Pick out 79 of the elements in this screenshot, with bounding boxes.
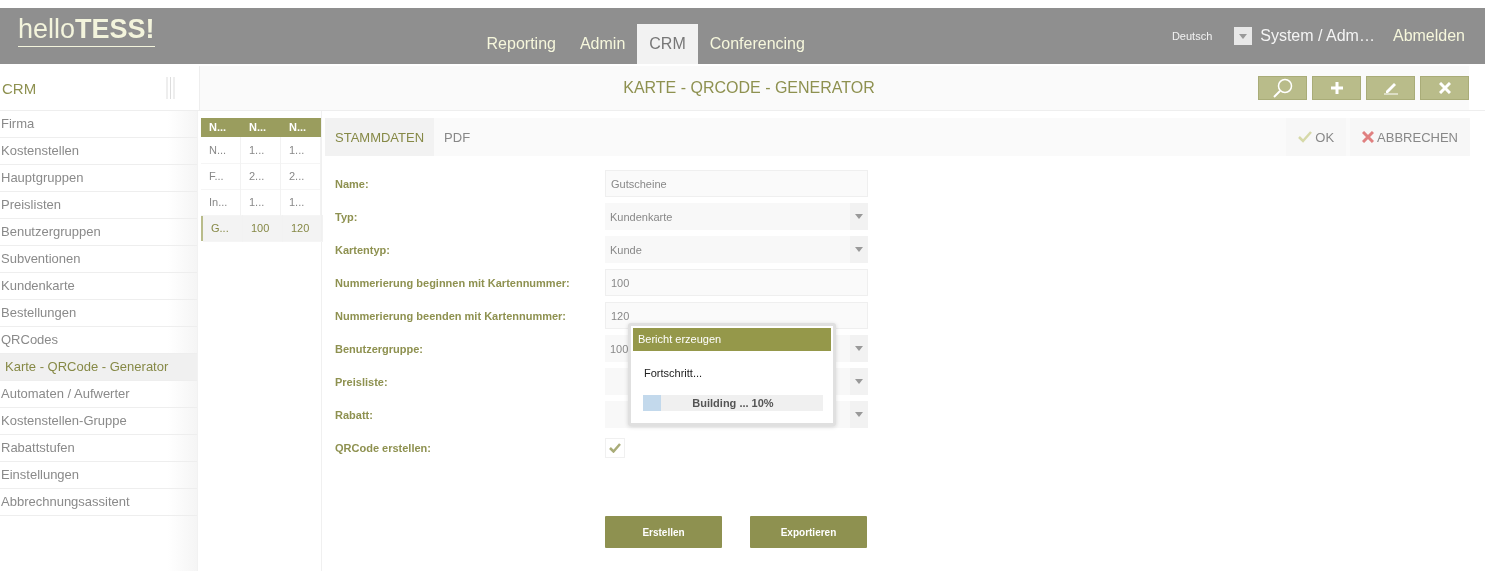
sidebar-item[interactable]: Benutzergruppen [0, 219, 197, 246]
sidebar-item[interactable]: Hauptgruppen [0, 165, 197, 192]
nav-tab[interactable]: Conferencing [697, 24, 817, 64]
caret-icon [1239, 33, 1248, 39]
table-row[interactable]: N... 1... 1... [201, 137, 321, 163]
page-title: KARTE - QRCODE - GENERATOR [622, 79, 876, 97]
sidebar-item[interactable]: Preislisten [0, 192, 197, 219]
field-label: Name: [335, 177, 370, 190]
sidebar-item[interactable]: Subventionen [0, 246, 197, 273]
search-button[interactable] [1258, 76, 1307, 100]
pencil-icon [1382, 81, 1399, 95]
language-dropdown[interactable] [1234, 27, 1253, 45]
form-tab[interactable]: STAMMDATEN [325, 118, 435, 156]
plus-icon [1329, 81, 1344, 95]
field-label: QRCode erstellen: [335, 441, 432, 454]
caret-icon [855, 412, 863, 417]
field-label: Nummerierung beginnen mit Kartennummer: [335, 276, 571, 289]
table-cell: 1... [241, 137, 281, 164]
table-cell: F... [201, 163, 241, 190]
checkmark-icon [1298, 131, 1313, 143]
sidebar-item[interactable]: Kundenkarte [0, 273, 197, 300]
dropdown-field[interactable]: Kunde [605, 236, 868, 263]
checkmark-icon [609, 442, 621, 453]
sidebar-item[interactable]: Abbrechnungsassitent [0, 489, 197, 516]
logout-link[interactable]: Abmelden [1392, 27, 1465, 45]
field-label: Kartentyp: [335, 243, 391, 256]
sidebar-item[interactable]: Automaten / Aufwerter [0, 381, 197, 408]
table-row[interactable]: F... 2... 2... [201, 163, 321, 189]
table-cell: 2... [281, 163, 321, 190]
sidebar-item[interactable]: Bestellungen [0, 300, 197, 327]
field-label: Typ: [335, 210, 359, 223]
table-row[interactable]: G... 100 120 [201, 215, 321, 241]
nav-tab[interactable]: Admin [567, 24, 638, 64]
sidebar-item[interactable]: Kostenstellen [0, 138, 197, 165]
resize-handle-icon[interactable] [166, 77, 175, 99]
action-button[interactable]: Erstellen [605, 516, 722, 548]
column-header[interactable]: N... [281, 118, 321, 137]
column-header[interactable]: N... [201, 118, 241, 137]
caret-icon [855, 379, 863, 384]
user-name: System / Adm… [1260, 27, 1375, 45]
add-button[interactable] [1312, 76, 1361, 100]
sidebar-title: CRM [2, 79, 37, 97]
column-header[interactable]: N... [241, 118, 281, 137]
action-button[interactable]: Exportieren [750, 516, 867, 548]
caret-icon [855, 346, 863, 351]
table-cell: N... [201, 137, 241, 164]
caret-icon [855, 247, 863, 252]
field-label: Preisliste: [335, 375, 389, 388]
sidebar-item[interactable]: Kostenstellen-Gruppe [0, 408, 197, 435]
sidebar-item[interactable]: Firma [0, 111, 197, 138]
field-label: Benutzergruppe: [335, 342, 424, 355]
checkbox[interactable] [605, 437, 625, 458]
table-cell: 100 [243, 215, 283, 242]
input-field[interactable]: 100 [605, 269, 868, 296]
nav-tab[interactable]: CRM [637, 24, 698, 64]
dialog-title: Bericht erzeugen [633, 328, 831, 351]
sidebar-item[interactable]: Karte - QRCode - Generator [0, 354, 197, 381]
progress-text: Building ... 10% [692, 397, 774, 409]
logo: helloTESS! [18, 14, 155, 47]
language-label: Deutsch [1171, 30, 1213, 42]
close-icon [1438, 82, 1451, 94]
table-cell: 120 [283, 215, 323, 242]
sidebar-item[interactable]: Rabattstufen [0, 435, 197, 462]
search-icon [1271, 78, 1294, 98]
dropdown-field[interactable]: Kundenkarte [605, 203, 868, 230]
table-cell: G... [203, 215, 243, 242]
form-tab[interactable]: PDF [434, 118, 481, 156]
edit-button[interactable] [1366, 76, 1415, 100]
nav-tab[interactable]: Reporting [474, 24, 568, 64]
close-button[interactable] [1420, 76, 1469, 100]
sidebar-item[interactable]: Einstellungen [0, 462, 197, 489]
caret-icon [855, 214, 863, 219]
table-cell: 1... [281, 137, 321, 164]
field-label: Rabatt: [335, 408, 374, 421]
field-label: Nummerierung beenden mit Kartennummer: [335, 309, 568, 322]
cross-icon [1362, 131, 1375, 143]
input-field[interactable]: Gutscheine [605, 170, 868, 197]
dialog-message: Fortschritt... [644, 367, 703, 381]
table-cell: 2... [241, 163, 281, 190]
